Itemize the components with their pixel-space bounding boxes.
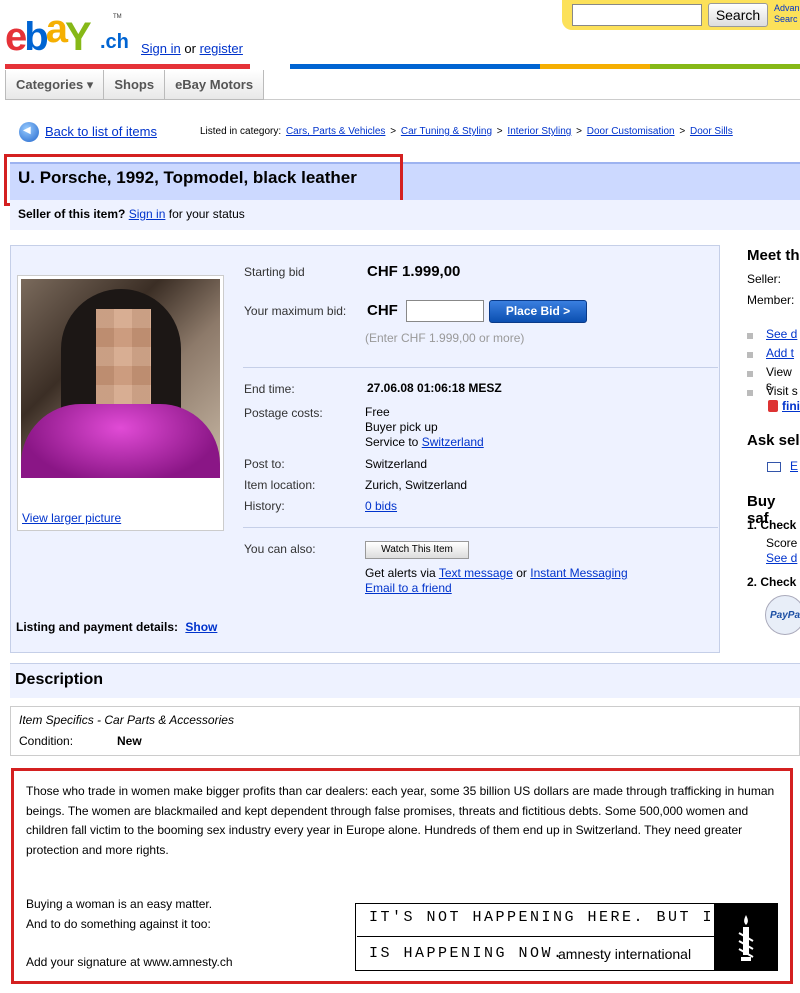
currency-label: CHF xyxy=(367,302,398,319)
bid-hint: (Enter CHF 1.999,00 or more) xyxy=(365,331,525,345)
sidebar-text-visit: Visit s xyxy=(766,384,798,398)
sidebar-link-see[interactable]: See d xyxy=(766,327,797,341)
condition-value: New xyxy=(117,734,142,748)
seller-status: Seller of this item? Sign in for your st… xyxy=(18,207,245,221)
ask-seller-heading: Ask sel xyxy=(747,432,800,449)
end-time-label: End time: xyxy=(244,382,295,396)
seller-label: Seller: xyxy=(747,272,782,286)
amnesty-name: amnesty international xyxy=(558,946,692,962)
postage-label: Postage costs: xyxy=(244,406,323,420)
bids-link[interactable]: 0 bids xyxy=(365,499,397,513)
tab-shops[interactable]: Shops xyxy=(103,70,166,100)
seller-signin-link[interactable]: Sign in xyxy=(129,207,166,221)
see-detail-link[interactable]: See d xyxy=(766,551,797,565)
svg-text:TM: TM xyxy=(113,14,122,20)
search-button[interactable]: Search xyxy=(708,3,768,27)
location-label: Item location: xyxy=(244,478,316,492)
slogan-divider xyxy=(357,936,714,937)
advanced-search-link[interactable]: Advan Searc xyxy=(774,3,800,25)
register-link[interactable]: register xyxy=(200,41,243,56)
bullet-icon xyxy=(747,371,753,377)
check-one: 1. Check xyxy=(747,518,797,532)
divider xyxy=(243,367,718,368)
place-bid-button[interactable]: Place Bid > xyxy=(489,300,587,323)
crumb-cars[interactable]: Cars, Parts & Vehicles xyxy=(286,126,385,137)
svg-text:ebaY: ebaY xyxy=(5,7,92,58)
email-friend-link[interactable]: Email to a friend xyxy=(365,581,628,596)
search-input[interactable] xyxy=(572,4,702,26)
tab-ebay-motors[interactable]: eBay Motors xyxy=(164,70,265,100)
photo-shirt xyxy=(21,404,220,478)
slogan-line-1: IT'S NOT HAPPENING HERE. BUT IT xyxy=(369,909,726,926)
postage-value: Free Buyer pick up Service to Switzerlan… xyxy=(365,405,484,449)
amnesty-line-2: And to do something against it too: xyxy=(26,917,211,931)
crumb-tuning[interactable]: Car Tuning & Styling xyxy=(401,126,492,137)
score-label: Score xyxy=(766,536,798,550)
description-heading: Description xyxy=(15,671,104,688)
paypal-logo: PayPa xyxy=(765,595,800,635)
end-time-value: 27.06.08 01:06:18 MESZ xyxy=(367,381,502,395)
amnesty-line-3: Add your signature at www.amnesty.ch xyxy=(26,955,233,969)
shop-icon xyxy=(768,400,778,412)
email-seller-link[interactable]: E xyxy=(790,459,798,473)
candle-icon xyxy=(738,915,754,961)
condition-label: Condition: xyxy=(19,734,74,748)
sign-in-link[interactable]: Sign in xyxy=(141,41,181,56)
post-to-label: Post to: xyxy=(244,457,285,471)
breadcrumb: Listed in category: Cars, Parts & Vehicl… xyxy=(200,126,733,137)
back-to-list-link[interactable]: Back to list of items xyxy=(45,124,157,139)
crumb-door-sills[interactable]: Door Sills xyxy=(690,126,733,137)
tab-categories[interactable]: Categories ▾ xyxy=(5,70,105,100)
nav-tabs: Categories ▾ Shops eBay Motors xyxy=(5,70,800,100)
item-photo[interactable] xyxy=(21,279,220,478)
show-link[interactable]: Show xyxy=(185,620,217,634)
ebay-logo[interactable]: ebaY .ch TM xyxy=(5,6,135,58)
listing-details: Listing and payment details: Show xyxy=(16,620,218,634)
watch-item-button[interactable]: Watch This Item xyxy=(365,541,469,559)
title-highlight xyxy=(4,154,403,206)
crumb-interior[interactable]: Interior Styling xyxy=(507,126,571,137)
also-label: You can also: xyxy=(244,542,316,556)
pixelated-face xyxy=(96,309,151,404)
check-two: 2. Check xyxy=(747,575,797,589)
divider xyxy=(243,527,718,528)
svg-text:.ch: .ch xyxy=(100,31,129,53)
description-band xyxy=(10,663,800,698)
brand-color-bar xyxy=(5,64,800,69)
meet-seller-heading: Meet th xyxy=(747,247,800,264)
bullet-icon xyxy=(747,390,753,396)
mail-icon xyxy=(767,462,781,472)
amnesty-paragraph: Those who trade in women make bigger pro… xyxy=(26,784,775,857)
member-label: Member: xyxy=(747,293,795,307)
text-message-link[interactable]: Text message xyxy=(439,566,513,580)
location-value: Zurich, Switzerland xyxy=(365,478,468,492)
post-to-value: Switzerland xyxy=(365,457,428,471)
view-larger-link[interactable]: View larger picture xyxy=(22,511,121,525)
sidebar-link-add[interactable]: Add t xyxy=(766,346,794,360)
alerts: Get alerts via Text message or Instant M… xyxy=(365,566,628,596)
slogan-line-2: IS HAPPENING NOW. xyxy=(369,945,565,962)
max-bid-input[interactable] xyxy=(406,300,484,322)
crumb-door-custom[interactable]: Door Customisation xyxy=(587,126,675,137)
starting-bid-value: CHF 1.999,00 xyxy=(367,263,461,280)
bullet-icon xyxy=(747,333,753,339)
amnesty-line-1: Buying a woman is an easy matter. xyxy=(26,897,213,911)
sidebar-link-fini[interactable]: fini xyxy=(782,399,800,413)
switzerland-link[interactable]: Switzerland xyxy=(422,435,484,449)
back-arrow-icon[interactable] xyxy=(19,122,39,142)
bullet-icon xyxy=(747,352,753,358)
history-label: History: xyxy=(244,499,285,513)
instant-messaging-link[interactable]: Instant Messaging xyxy=(530,566,627,580)
item-specifics-heading: Item Specifics - Car Parts & Accessories xyxy=(19,713,234,727)
starting-bid-label: Starting bid xyxy=(244,265,305,279)
signin-register: Sign in or register xyxy=(141,41,243,56)
max-bid-label: Your maximum bid: xyxy=(244,304,347,318)
